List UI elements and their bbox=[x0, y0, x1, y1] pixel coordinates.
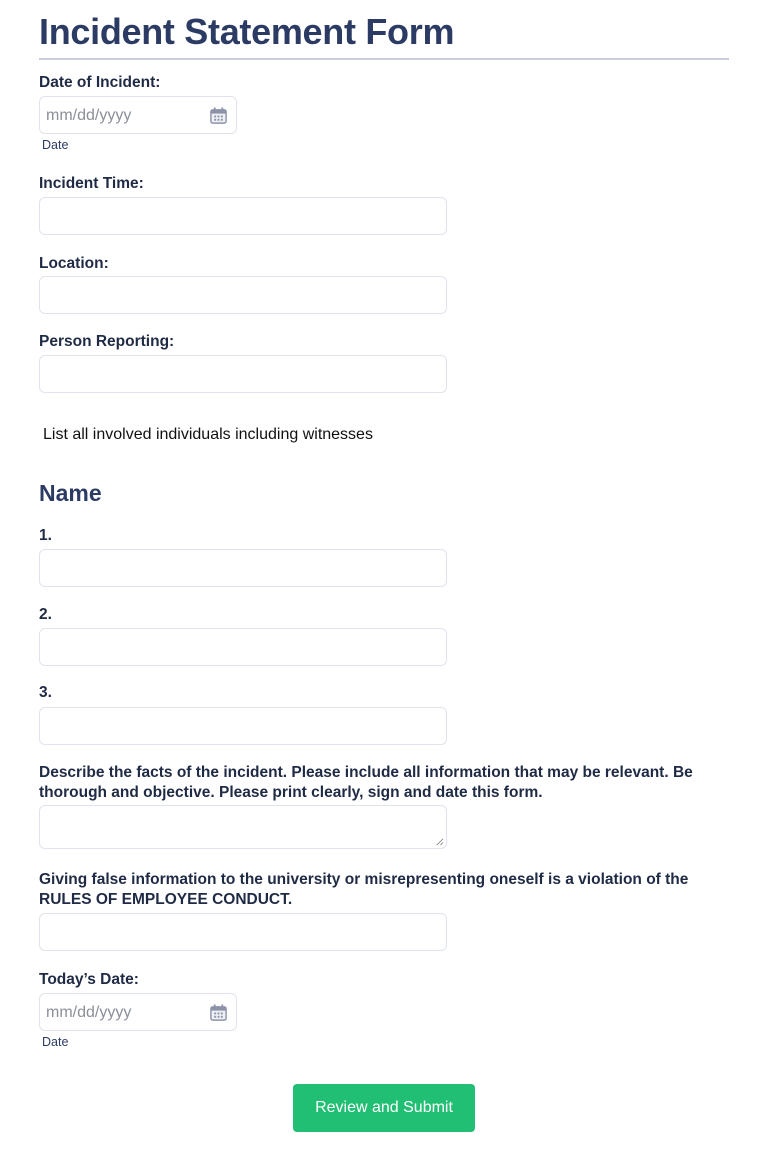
incident-statement-form: Incident Statement Form Date of Incident… bbox=[0, 0, 768, 1153]
calendar-icon[interactable] bbox=[209, 106, 228, 125]
todays-date-sublabel: Date bbox=[42, 1035, 69, 1049]
location-input[interactable] bbox=[39, 276, 447, 314]
incident-facts-textarea[interactable] bbox=[39, 805, 447, 849]
false-information-label: Giving false information to the universi… bbox=[39, 871, 689, 908]
date-of-incident-sublabel: Date bbox=[42, 138, 69, 152]
resize-handle-icon[interactable] bbox=[435, 837, 444, 846]
person-reporting-input[interactable] bbox=[39, 355, 447, 393]
false-information-input[interactable] bbox=[39, 913, 447, 951]
location-label: Location: bbox=[39, 255, 109, 272]
incident-time-input[interactable] bbox=[39, 197, 447, 235]
calendar-icon[interactable] bbox=[209, 1003, 228, 1022]
incident-facts-label: Describe the facts of the incident. Plea… bbox=[39, 764, 693, 801]
name-3-label: 3. bbox=[39, 684, 52, 701]
title-divider bbox=[39, 58, 729, 60]
name-1-label: 1. bbox=[39, 527, 52, 544]
name-section-heading: Name bbox=[39, 480, 102, 506]
name-3-input[interactable] bbox=[39, 707, 447, 745]
date-of-incident-input[interactable]: mm/dd/yyyy bbox=[39, 96, 237, 134]
involved-individuals-instruction: List all involved individuals including … bbox=[43, 426, 373, 443]
person-reporting-label: Person Reporting: bbox=[39, 333, 175, 350]
incident-time-label: Incident Time: bbox=[39, 175, 144, 192]
todays-date-input[interactable]: mm/dd/yyyy bbox=[39, 993, 237, 1031]
form-title: Incident Statement Form bbox=[39, 11, 455, 52]
review-and-submit-button[interactable]: Review and Submit bbox=[293, 1084, 475, 1132]
date-of-incident-label: Date of Incident: bbox=[39, 74, 161, 91]
name-1-input[interactable] bbox=[39, 549, 447, 587]
name-2-label: 2. bbox=[39, 606, 52, 623]
name-2-input[interactable] bbox=[39, 628, 447, 666]
todays-date-placeholder: mm/dd/yyyy bbox=[46, 1004, 132, 1021]
todays-date-label: Today’s Date: bbox=[39, 971, 139, 988]
date-of-incident-placeholder: mm/dd/yyyy bbox=[46, 107, 132, 124]
